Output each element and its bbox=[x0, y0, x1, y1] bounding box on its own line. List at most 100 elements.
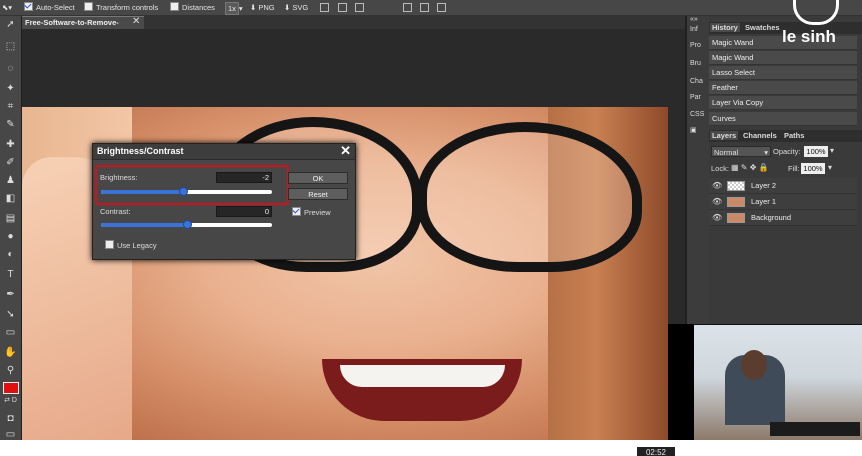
contrast-input[interactable]: 0 bbox=[216, 206, 272, 217]
path-select-tool-icon[interactable]: ➘ bbox=[4, 308, 17, 321]
visibility-eye-icon[interactable]: 👁 bbox=[712, 178, 722, 193]
use-legacy-checkbox[interactable]: Use Legacy bbox=[105, 240, 157, 250]
export-png-button[interactable]: ⬇ PNG bbox=[250, 2, 275, 13]
healing-tool-icon[interactable]: ✚ bbox=[4, 138, 17, 151]
layer-row[interactable]: 👁 Layer 1 bbox=[709, 194, 857, 210]
tab-swatches[interactable]: Swatches bbox=[743, 23, 782, 32]
tab-paths[interactable]: Paths bbox=[782, 131, 806, 140]
video-bottom-bar bbox=[0, 440, 862, 456]
align-top-icon[interactable] bbox=[403, 3, 412, 12]
reset-button[interactable]: Reset bbox=[288, 188, 348, 200]
strip-item-paragraph[interactable]: Par bbox=[690, 94, 701, 101]
tools-panel: ➚ ⬚ ◌ ✦ ⌗ ✎ ✚ ✐ ♟ ◧ ▤ ● ◐ T ✒ ➘ ▭ ✋ ⚲ ⇄ … bbox=[0, 16, 21, 440]
brush-tool-icon[interactable]: ✐ bbox=[4, 156, 17, 169]
layer-name: Background bbox=[751, 213, 792, 222]
history-item[interactable]: Lasso Select bbox=[709, 66, 857, 80]
layer-thumbnail bbox=[727, 213, 745, 223]
align-left-icon[interactable] bbox=[320, 3, 329, 12]
brightness-contrast-dialog: Brightness/Contrast ✕ Brightness: -2 Con… bbox=[92, 143, 356, 260]
gradient-tool-icon[interactable]: ▤ bbox=[4, 212, 17, 225]
transform-controls-checkbox[interactable]: Transform controls bbox=[84, 2, 158, 13]
foreground-color-swatch[interactable] bbox=[3, 382, 19, 394]
fill-input[interactable]: 100% bbox=[801, 163, 825, 174]
image-icon[interactable]: ▣ bbox=[690, 126, 697, 134]
align-center-icon[interactable] bbox=[338, 3, 347, 12]
export-svg-button[interactable]: ⬇ SVG bbox=[284, 2, 308, 13]
layer-thumbnail bbox=[727, 197, 745, 207]
clone-stamp-tool-icon[interactable]: ♟ bbox=[4, 174, 17, 187]
webcam-border bbox=[668, 324, 694, 440]
lasso-tool-icon[interactable]: ◌ bbox=[4, 62, 17, 75]
auto-select-label: Auto-Select bbox=[36, 3, 75, 12]
opacity-dropdown-icon[interactable]: ▾ bbox=[830, 146, 834, 155]
eyedropper-tool-icon[interactable]: ✎ bbox=[4, 118, 17, 131]
swap-colors-icon[interactable]: ⇄ D bbox=[4, 394, 17, 407]
photo-teeth bbox=[340, 365, 505, 387]
strip-item-brush[interactable]: Bru bbox=[690, 60, 701, 67]
dialog-title-bar[interactable]: Brightness/Contrast ✕ bbox=[93, 143, 355, 160]
dodge-tool-icon[interactable]: ◐ bbox=[4, 248, 17, 261]
hand-tool-icon[interactable]: ✋ bbox=[4, 346, 17, 359]
strip-item-character[interactable]: Cha bbox=[690, 78, 703, 85]
quick-mask-icon[interactable]: ◘ bbox=[4, 412, 17, 425]
history-item[interactable]: Feather bbox=[709, 81, 857, 95]
layer-row[interactable]: 👁 Background bbox=[709, 210, 857, 226]
webcam-keyboard bbox=[770, 422, 860, 436]
contrast-slider-knob[interactable] bbox=[183, 220, 192, 229]
transform-controls-label: Transform controls bbox=[96, 3, 159, 12]
magic-wand-tool-icon[interactable]: ✦ bbox=[4, 82, 17, 95]
tab-history[interactable]: History bbox=[710, 23, 740, 32]
eraser-tool-icon[interactable]: ◧ bbox=[4, 192, 17, 205]
brightness-slider-knob[interactable] bbox=[179, 187, 188, 196]
document-tab[interactable]: Free-Software-to-Remove- ✕ bbox=[22, 16, 144, 29]
brightness-highlight-box bbox=[95, 165, 289, 205]
close-tab-icon[interactable]: ✕ bbox=[132, 16, 140, 27]
history-item[interactable]: Curves bbox=[709, 112, 857, 126]
zoom-select[interactable]: 1x ▾ bbox=[225, 2, 243, 15]
contrast-label: Contrast: bbox=[100, 207, 131, 216]
preview-checkbox[interactable]: Preview bbox=[292, 207, 331, 217]
history-item[interactable]: Magic Wand bbox=[709, 51, 857, 65]
fill-dropdown-icon[interactable]: ▾ bbox=[828, 163, 832, 172]
visibility-eye-icon[interactable]: 👁 bbox=[712, 210, 722, 225]
history-item[interactable]: Layer Via Copy bbox=[709, 96, 857, 110]
move-tool-icon[interactable]: ⬉▾ bbox=[2, 2, 12, 13]
lock-icons[interactable]: ▦ ✎ ✥ 🔒 bbox=[731, 163, 769, 172]
video-timestamp: 02:52 bbox=[637, 447, 675, 456]
collapse-arrows-icon[interactable]: «» bbox=[690, 16, 698, 23]
visibility-eye-icon[interactable]: 👁 bbox=[712, 194, 722, 209]
dialog-close-icon[interactable]: ✕ bbox=[340, 143, 351, 159]
layer-name: Layer 1 bbox=[751, 197, 777, 206]
strip-item-info[interactable]: Inf bbox=[690, 26, 698, 33]
opacity-input[interactable]: 100% bbox=[804, 146, 828, 157]
panel-collapse-strip: «» Inf Pro Bru Cha Par CSS ▣ bbox=[686, 16, 709, 326]
blend-mode-select[interactable]: Normal ▾ bbox=[711, 146, 771, 157]
marquee-tool-icon[interactable]: ⬚ bbox=[4, 40, 17, 53]
brightness-slider[interactable] bbox=[101, 187, 272, 196]
move-tool-icon[interactable]: ➚ bbox=[4, 18, 17, 31]
tab-layers[interactable]: Layers bbox=[710, 131, 739, 140]
align-bottom-icon[interactable] bbox=[437, 3, 446, 12]
auto-select-checkbox[interactable]: Auto-Select bbox=[24, 2, 75, 13]
tab-channels[interactable]: Channels bbox=[741, 131, 779, 140]
strip-item-css[interactable]: CSS bbox=[690, 111, 704, 118]
brand-logo-text: le sinh bbox=[782, 27, 836, 46]
crop-tool-icon[interactable]: ⌗ bbox=[4, 100, 17, 113]
lock-label: Lock: bbox=[711, 164, 729, 173]
contrast-slider[interactable] bbox=[101, 220, 272, 229]
layer-row[interactable]: 👁 Layer 2 bbox=[709, 178, 857, 194]
distances-checkbox[interactable]: Distances bbox=[170, 2, 215, 13]
align-right-icon[interactable] bbox=[355, 3, 364, 12]
fill-label: Fill: bbox=[788, 164, 800, 173]
text-tool-icon[interactable]: T bbox=[4, 268, 17, 281]
align-middle-icon[interactable] bbox=[420, 3, 429, 12]
zoom-tool-icon[interactable]: ⚲ bbox=[4, 364, 17, 377]
ok-button[interactable]: OK bbox=[288, 172, 348, 184]
pen-tool-icon[interactable]: ✒ bbox=[4, 288, 17, 301]
photo-glasses-right-lens bbox=[417, 122, 642, 272]
opacity-label: Opacity: bbox=[773, 147, 801, 156]
blur-tool-icon[interactable]: ● bbox=[4, 230, 17, 243]
brightness-input[interactable]: -2 bbox=[216, 172, 272, 183]
shape-tool-icon[interactable]: ▭ bbox=[4, 326, 17, 339]
strip-item-properties[interactable]: Pro bbox=[690, 42, 701, 49]
